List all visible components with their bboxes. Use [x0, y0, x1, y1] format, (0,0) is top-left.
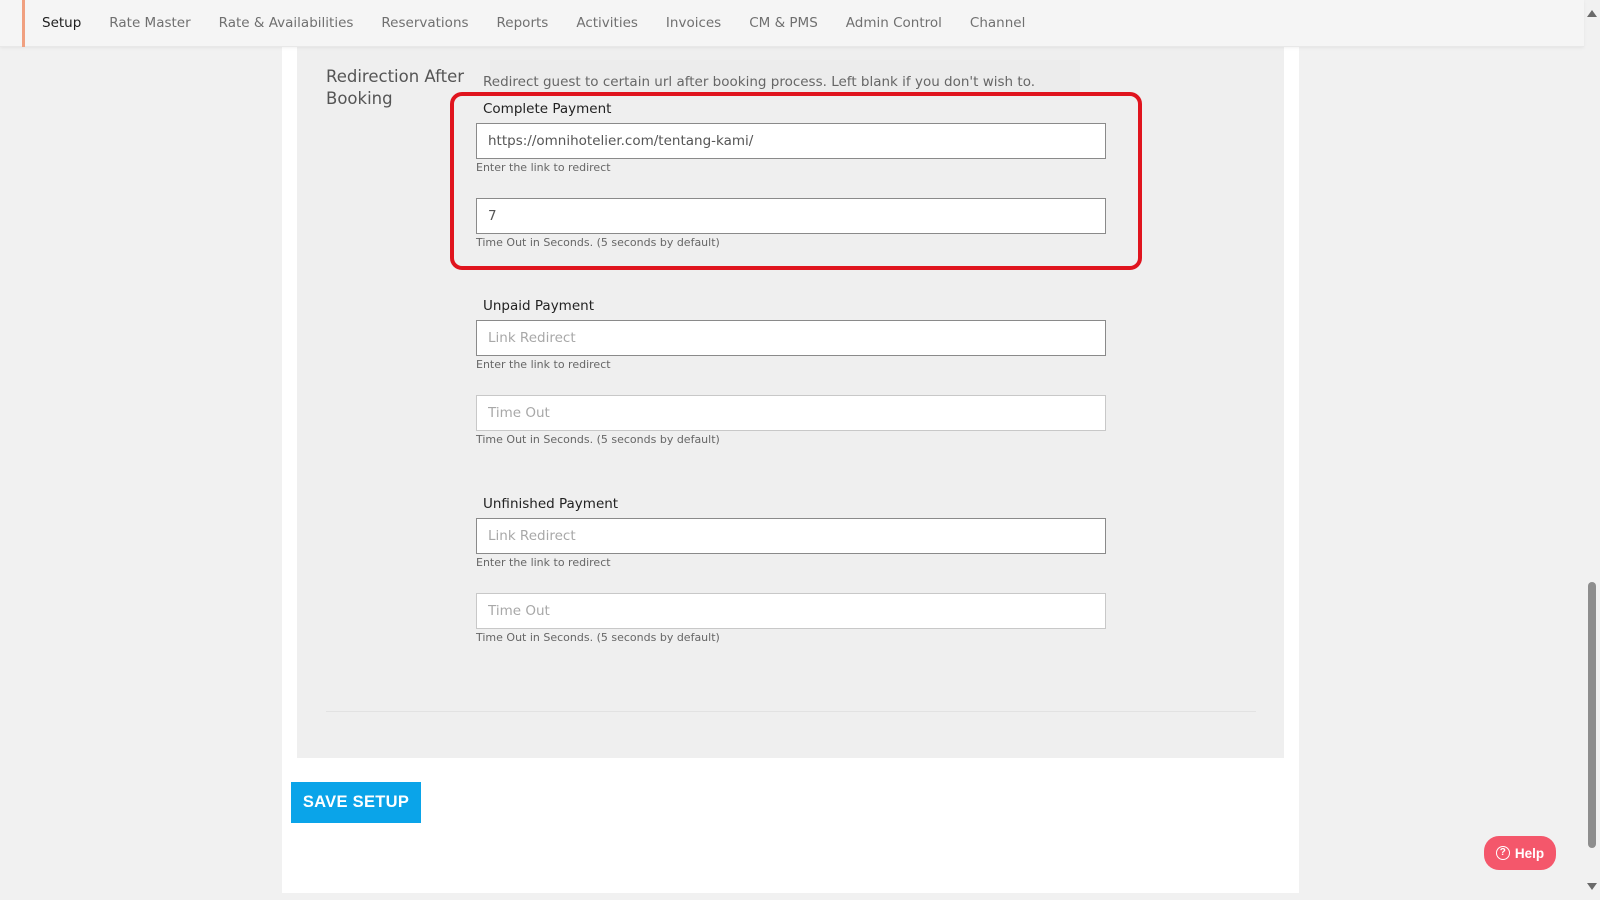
unpaid-payment-timeout-input[interactable] — [476, 395, 1106, 431]
complete-payment-link-hint: Enter the link to redirect — [476, 161, 611, 174]
unfinished-payment-label: Unfinished Payment — [483, 496, 619, 512]
help-button[interactable]: ? Help — [1484, 836, 1556, 870]
tab-activities[interactable]: Activities — [562, 15, 652, 31]
vertical-scrollbar[interactable] — [1584, 0, 1600, 900]
tab-cm-pms[interactable]: CM & PMS — [735, 15, 832, 31]
complete-payment-label: Complete Payment — [483, 101, 612, 117]
section-title: Redirection After Booking — [326, 67, 465, 108]
complete-payment-timeout-hint: Time Out in Seconds. (5 seconds by defau… — [476, 236, 720, 249]
scroll-up-arrow-icon[interactable] — [1587, 10, 1597, 17]
complete-payment-link-input[interactable] — [476, 123, 1106, 159]
tab-reservations[interactable]: Reservations — [367, 15, 482, 31]
scrollbar-thumb[interactable] — [1588, 582, 1596, 848]
tab-invoices[interactable]: Invoices — [652, 15, 735, 31]
section-description: Redirect guest to certain url after book… — [483, 74, 1036, 90]
unfinished-payment-timeout-hint: Time Out in Seconds. (5 seconds by defau… — [476, 631, 720, 644]
unpaid-payment-label: Unpaid Payment — [483, 298, 594, 314]
unpaid-payment-timeout-hint: Time Out in Seconds. (5 seconds by defau… — [476, 433, 720, 446]
unfinished-payment-timeout-input[interactable] — [476, 593, 1106, 629]
tab-rate-master[interactable]: Rate Master — [95, 15, 204, 31]
section-divider — [326, 711, 1256, 712]
unfinished-payment-link-hint: Enter the link to redirect — [476, 556, 611, 569]
question-icon: ? — [1495, 846, 1510, 860]
tab-channel[interactable]: Channel — [956, 15, 1039, 31]
tab-setup[interactable]: Setup — [28, 15, 95, 31]
tab-admin-control[interactable]: Admin Control — [832, 15, 956, 31]
save-setup-button[interactable]: SAVE SETUP — [291, 782, 421, 823]
unpaid-payment-link-hint: Enter the link to redirect — [476, 358, 611, 371]
nav-tabs: Setup Rate Master Rate & Availabilities … — [28, 0, 1039, 46]
tab-rate-availabilities[interactable]: Rate & Availabilities — [205, 15, 368, 31]
scroll-down-arrow-icon[interactable] — [1587, 883, 1597, 890]
unpaid-payment-link-input[interactable] — [476, 320, 1106, 356]
active-tab-accent — [22, 0, 25, 47]
unfinished-payment-link-input[interactable] — [476, 518, 1106, 554]
help-label: Help — [1514, 845, 1545, 861]
tab-reports[interactable]: Reports — [483, 15, 563, 31]
complete-payment-timeout-input[interactable] — [476, 198, 1106, 234]
top-navigation: Setup Rate Master Rate & Availabilities … — [0, 0, 1584, 47]
